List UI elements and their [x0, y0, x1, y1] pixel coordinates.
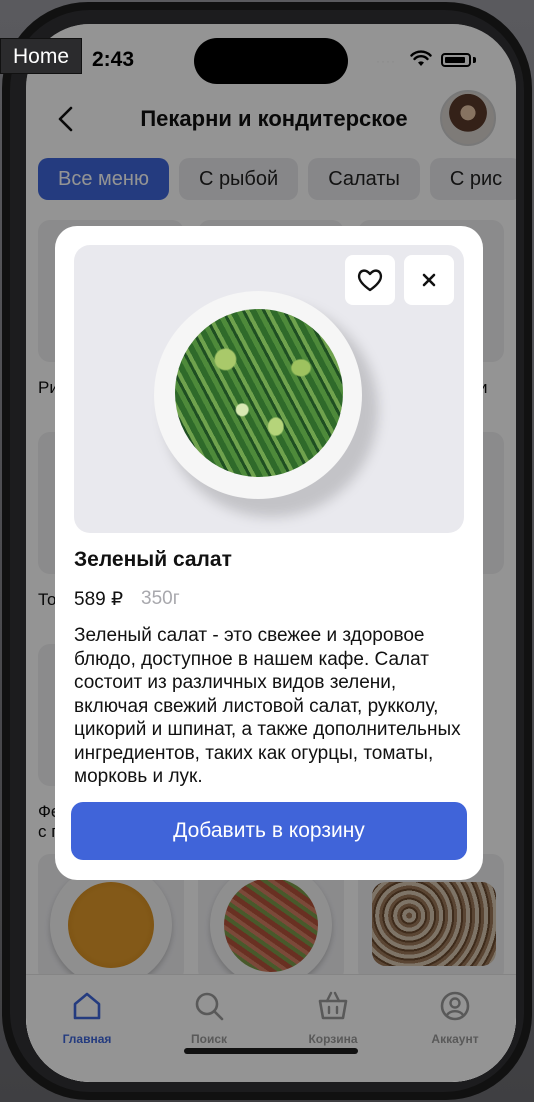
dish-weight: 350г	[141, 588, 180, 609]
close-icon	[422, 273, 436, 287]
dish-detail-modal: Зеленый салат 589 ₽ 350г Зеленый салат -…	[55, 226, 483, 880]
dish-price: 589 ₽	[74, 589, 124, 610]
home-indicator[interactable]	[184, 1048, 358, 1054]
wifi-icon	[410, 50, 432, 66]
heart-icon	[357, 269, 383, 292]
battery-icon	[441, 53, 471, 67]
home-overlay-label[interactable]: Home	[0, 38, 83, 74]
favorite-button[interactable]	[345, 255, 395, 305]
salad-greens	[175, 309, 343, 477]
battery-tip	[473, 57, 476, 63]
close-button[interactable]	[404, 255, 454, 305]
dynamic-island	[194, 38, 348, 84]
add-to-cart-button[interactable]: Добавить в корзину	[71, 802, 467, 860]
dish-description: Зеленый салат - это свежее и здоровое бл…	[74, 625, 461, 787]
dish-photo	[74, 245, 464, 533]
signal-dots: ····	[376, 54, 396, 68]
status-time: 2:43	[92, 48, 135, 71]
dish-name: Зеленый салат	[74, 548, 232, 571]
